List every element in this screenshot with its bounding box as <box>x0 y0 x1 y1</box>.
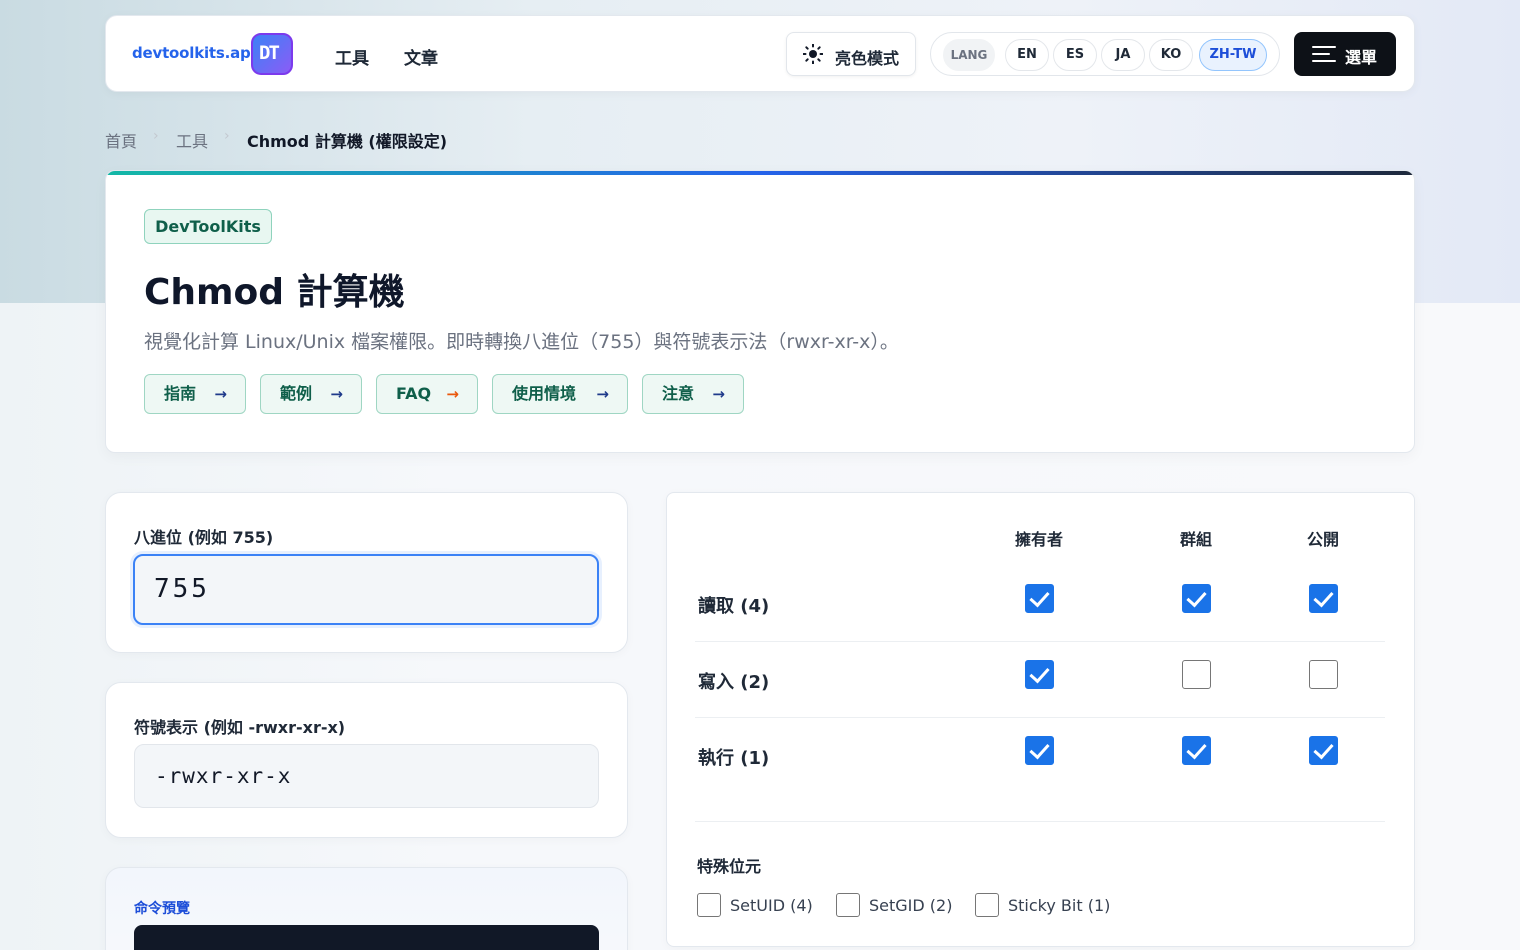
symbolic-input[interactable]: -rwxr-xr-x <box>134 744 599 808</box>
row-label-write: 寫入 (2) <box>698 672 770 693</box>
logo-badge-icon[interactable]: DT <box>251 33 293 75</box>
setgid-label: SetGID (2) <box>869 896 953 915</box>
breadcrumb-home[interactable]: 首頁 <box>105 128 137 152</box>
page-description: 視覺化計算 Linux/Unix 檔案權限。即時轉換八進位（755）與符號表示法… <box>144 331 899 353</box>
checkbox-read-owner[interactable] <box>1025 584 1054 613</box>
chip-faq[interactable]: FAQ → <box>376 374 478 414</box>
permission-matrix-card: 擁有者 群組 公開 讀取 (4) 寫入 (2) 執行 (1) 特殊位元 SetU… <box>666 492 1415 947</box>
hamburger-icon <box>1312 46 1336 62</box>
chip-guide[interactable]: 指南 → <box>144 374 246 414</box>
logo-badge-text: DT <box>259 42 280 64</box>
hero-tag: DevToolKits <box>144 209 272 244</box>
nav-link-tools[interactable]: 工具 <box>335 44 369 69</box>
checkbox-write-public[interactable] <box>1309 660 1338 689</box>
theme-toggle-label: 亮色模式 <box>835 49 900 68</box>
chip-label: 注意 <box>662 384 695 403</box>
checkbox-setgid[interactable] <box>836 893 860 917</box>
symbolic-card: 符號表示 (例如 -rwxr-xr-x) -rwxr-xr-x <box>105 682 628 838</box>
column-public: 公開 <box>1306 530 1339 549</box>
chip-label: 範例 <box>280 384 313 403</box>
row-label-execute: 執行 (1) <box>698 748 770 769</box>
checkbox-write-owner[interactable] <box>1025 660 1054 689</box>
checkbox-read-group[interactable] <box>1182 584 1211 613</box>
hero-card: DevToolKits Chmod 計算機 視覺化計算 Linux/Unix 檔… <box>105 170 1415 453</box>
arrow-right-icon: → <box>330 385 343 403</box>
column-group: 群組 <box>1179 530 1212 549</box>
command-preview-box <box>134 925 599 950</box>
sticky-bit-label: Sticky Bit (1) <box>1008 896 1111 915</box>
lang-option-zh-tw[interactable]: ZH-TW <box>1199 39 1267 71</box>
octal-input[interactable]: 755 <box>133 554 599 625</box>
arrow-right-icon: → <box>712 385 725 403</box>
theme-toggle-button[interactable]: 亮色模式 <box>786 32 916 76</box>
chip-label: 使用情境 <box>512 384 577 403</box>
chip-examples[interactable]: 範例 → <box>260 374 362 414</box>
checkbox-write-group[interactable] <box>1182 660 1211 689</box>
chip-notes[interactable]: 注意 → <box>642 374 744 414</box>
menu-button[interactable]: 選單 <box>1294 32 1396 76</box>
setuid-label: SetUID (4) <box>730 896 813 915</box>
sun-icon <box>803 44 823 64</box>
command-preview-card: 命令預覽 <box>105 867 628 950</box>
menu-button-label: 選單 <box>1345 48 1378 67</box>
language-switcher: LANG EN ES JA KO ZH-TW <box>930 32 1280 76</box>
symbolic-label: 符號表示 (例如 -rwxr-xr-x) <box>134 718 346 737</box>
breadcrumb-tools[interactable]: 工具 <box>176 128 208 152</box>
logo-text[interactable]: devtoolkits.app <box>132 44 261 62</box>
chip-label: FAQ <box>396 384 432 403</box>
checkbox-execute-owner[interactable] <box>1025 736 1054 765</box>
special-bits-title: 特殊位元 <box>697 857 762 876</box>
command-preview-label: 命令預覽 <box>134 901 190 917</box>
row-divider <box>695 717 1385 718</box>
chip-use-cases[interactable]: 使用情境 → <box>492 374 628 414</box>
checkbox-setuid[interactable] <box>697 893 721 917</box>
checkbox-sticky-bit[interactable] <box>975 893 999 917</box>
lang-option-ko[interactable]: KO <box>1149 39 1193 71</box>
checkbox-execute-group[interactable] <box>1182 736 1211 765</box>
breadcrumb-current: Chmod 計算機 (權限設定) <box>247 132 448 151</box>
breadcrumb-separator-icon: › <box>153 128 159 144</box>
nav-link-articles[interactable]: 文章 <box>404 44 438 69</box>
lang-option-ja[interactable]: JA <box>1101 39 1145 71</box>
page-title: Chmod 計算機 <box>144 272 405 313</box>
row-label-read: 讀取 (4) <box>698 596 770 617</box>
column-owner: 擁有者 <box>1014 530 1063 549</box>
lang-option-es[interactable]: ES <box>1053 39 1097 71</box>
checkbox-read-public[interactable] <box>1309 584 1338 613</box>
hero-accent-bar <box>106 171 1414 175</box>
chip-label: 指南 <box>164 384 197 403</box>
arrow-right-icon: → <box>214 385 227 403</box>
section-divider <box>695 821 1385 822</box>
breadcrumb-separator-icon: › <box>224 128 230 144</box>
site-header: devtoolkits.app DT 工具 文章 亮色模式 LANG EN ES… <box>105 15 1415 92</box>
arrow-right-icon: → <box>446 385 459 403</box>
lang-label: LANG <box>943 39 995 71</box>
octal-card: 八進位 (例如 755) 755 <box>105 492 628 653</box>
lang-option-en[interactable]: EN <box>1005 39 1049 71</box>
row-divider <box>695 641 1385 642</box>
checkbox-execute-public[interactable] <box>1309 736 1338 765</box>
octal-label: 八進位 (例如 755) <box>134 528 274 547</box>
arrow-right-icon: → <box>596 385 609 403</box>
